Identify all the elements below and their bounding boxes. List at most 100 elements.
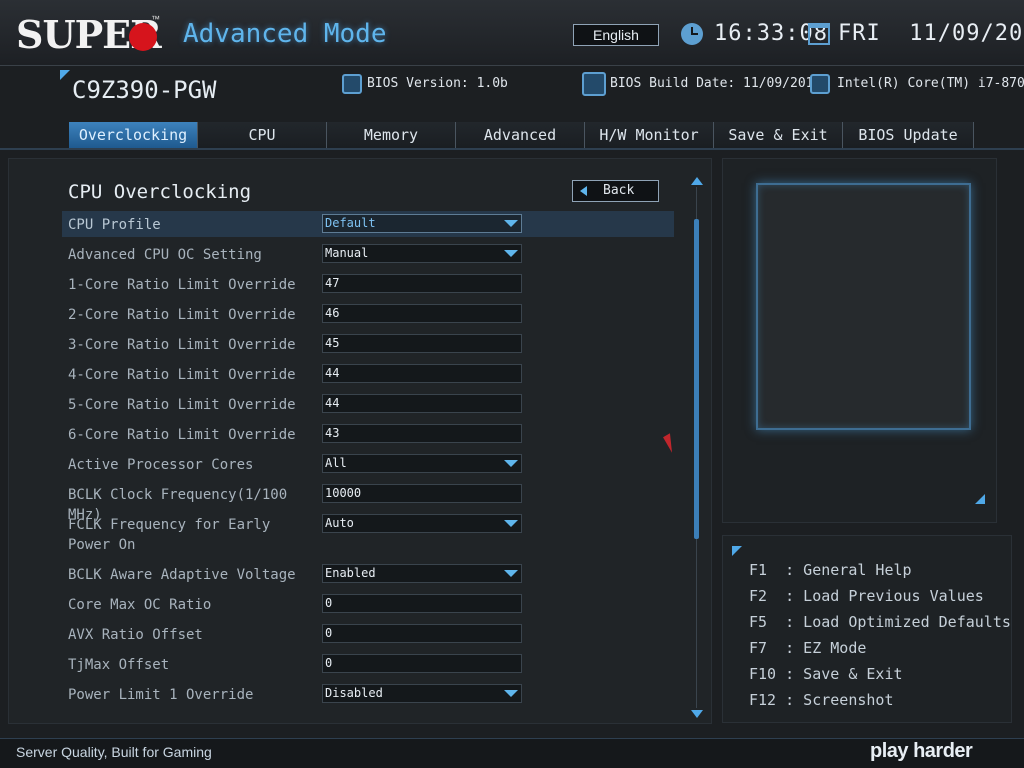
core-max-oc-ratio-input[interactable]: 0 [322,594,522,613]
setting-label: BCLK Aware Adaptive Voltage [68,567,296,583]
chevron-down-icon [504,220,518,227]
setting-row-advanced-cpu-oc[interactable]: Advanced CPU OC Setting Manual [62,241,674,267]
tab-overclocking[interactable]: Overclocking [69,122,198,148]
play-harder-logo: play harder [870,740,973,762]
setting-row-5-core-ratio[interactable]: 5-Core Ratio Limit Override 44 [62,391,674,417]
1-core-ratio-input[interactable]: 47 [322,274,522,293]
4-core-ratio-input[interactable]: 44 [322,364,522,383]
setting-label: AVX Ratio Offset [68,627,203,643]
setting-label: Advanced CPU OC Setting [68,247,262,263]
setting-row-power-limit-1[interactable]: Power Limit 1 Override Disabled [62,681,674,707]
setting-label: FCLK Frequency for Early Power On [68,517,271,553]
tab-cpu[interactable]: CPU [198,122,327,148]
tab-hw-monitor[interactable]: H/W Monitor [585,122,714,148]
language-button[interactable]: English [573,24,659,46]
setting-row-active-cores[interactable]: Active Processor Cores All [62,451,674,477]
back-button[interactable]: Back [572,180,659,202]
3-core-ratio-input[interactable]: 45 [322,334,522,353]
setting-row-core-max-oc-ratio[interactable]: Core Max OC Ratio 0 [62,591,674,617]
setting-label: 6-Core Ratio Limit Override [68,427,296,443]
help-f12: F12 : Screenshot [749,691,894,709]
setting-row-bclk-frequency[interactable]: BCLK Clock Frequency(1/100 MHz) 10000 [62,481,674,523]
cpu-model: Intel(R) Core(TM) i7-8700K [837,76,1024,91]
chevron-down-icon [504,570,518,577]
setting-value: Auto [325,516,354,530]
chevron-down-icon [504,460,518,467]
system-date[interactable]: FRI 11/09/2018 [838,21,1024,46]
help-f1: F1 : General Help [749,561,912,579]
setting-row-3-core-ratio[interactable]: 3-Core Ratio Limit Override 45 [62,331,674,357]
avx-ratio-offset-input[interactable]: 0 [322,624,522,643]
main-tabs: Overclocking CPU Memory Advanced H/W Mon… [69,122,974,148]
setting-label: Power Limit 1 Override [68,687,254,703]
scroll-thumb[interactable] [694,219,699,539]
setting-row-4-core-ratio[interactable]: 4-Core Ratio Limit Override 44 [62,361,674,387]
setting-value: All [325,456,347,470]
preview-frame [756,183,971,430]
chevron-down-icon [504,250,518,257]
logo-red-dot [129,23,157,51]
setting-label: 4-Core Ratio Limit Override [68,367,296,383]
setting-row-bclk-aware-voltage[interactable]: BCLK Aware Adaptive Voltage Enabled [62,561,674,587]
setting-row-tjmax-offset[interactable]: TjMax Offset 0 [62,651,674,677]
help-f10: F10 : Save & Exit [749,665,903,683]
fclk-early-power-select[interactable]: Auto [322,514,522,533]
setting-label: TjMax Offset [68,657,170,673]
mode-title: Advanced Mode [183,19,387,49]
bios-chip-icon [342,74,362,94]
setting-row-2-core-ratio[interactable]: 2-Core Ratio Limit Override 46 [62,301,674,327]
cpu-chip-icon [810,74,830,94]
bios-version: BIOS Version: 1.0b [367,76,508,91]
tab-bios-update[interactable]: BIOS Update [843,122,974,148]
setting-label: Active Processor Cores [68,457,254,473]
setting-label: 1-Core Ratio Limit Override [68,277,296,293]
tab-divider [0,148,1024,150]
setting-row-6-core-ratio[interactable]: 6-Core Ratio Limit Override 43 [62,421,674,447]
setting-row-cpu-profile[interactable]: CPU Profile Default [62,211,674,237]
build-date-icon [582,72,606,96]
logo-trademark: ™ [151,14,160,24]
corner-accent-icon [975,494,985,504]
setting-row-fclk-early-power[interactable]: FCLK Frequency for Early Power On Auto [62,511,674,563]
2-core-ratio-input[interactable]: 46 [322,304,522,323]
board-model: C9Z390-PGW [72,76,217,104]
power-limit-1-select[interactable]: Disabled [322,684,522,703]
scroll-up-icon[interactable] [691,177,703,185]
clock-icon [681,23,703,45]
bios-build-date: BIOS Build Date: 11/09/2018 [610,76,822,91]
6-core-ratio-input[interactable]: 43 [322,424,522,443]
setting-value: Disabled [325,686,383,700]
tjmax-offset-input[interactable]: 0 [322,654,522,673]
active-cores-select[interactable]: All [322,454,522,473]
section-title: CPU Overclocking [68,181,252,203]
settings-scrollbar[interactable] [691,177,703,718]
setting-row-avx-ratio-offset[interactable]: AVX Ratio Offset 0 [62,621,674,647]
tab-advanced[interactable]: Advanced [456,122,585,148]
cpu-profile-select[interactable]: Default [322,214,522,233]
setting-row-1-core-ratio[interactable]: 1-Core Ratio Limit Override 47 [62,271,674,297]
setting-label: 5-Core Ratio Limit Override [68,397,296,413]
setting-value: Default [325,216,376,230]
setting-value: Enabled [325,566,376,580]
footer-tagline: Server Quality, Built for Gaming [16,744,212,760]
help-f2: F2 : Load Previous Values [749,587,984,605]
setting-label: 2-Core Ratio Limit Override [68,307,296,323]
chevron-down-icon [504,690,518,697]
help-f5: F5 : Load Optimized Defaults [749,613,1011,631]
setting-value: Manual [325,246,369,260]
bclk-frequency-input[interactable]: 10000 [322,484,522,503]
advanced-cpu-oc-select[interactable]: Manual [322,244,522,263]
tab-save-exit[interactable]: Save & Exit [714,122,843,148]
bclk-aware-voltage-select[interactable]: Enabled [322,564,522,583]
scroll-down-icon[interactable] [691,710,703,718]
tab-memory[interactable]: Memory [327,122,456,148]
setting-label: CPU Profile [68,217,161,233]
calendar-icon [808,23,830,45]
corner-accent-icon [732,546,742,556]
setting-label: Core Max OC Ratio [68,597,212,613]
help-f7: F7 : EZ Mode [749,639,867,657]
corner-accent-icon [60,70,70,80]
setting-label: 3-Core Ratio Limit Override [68,337,296,353]
5-core-ratio-input[interactable]: 44 [322,394,522,413]
chevron-down-icon [504,520,518,527]
